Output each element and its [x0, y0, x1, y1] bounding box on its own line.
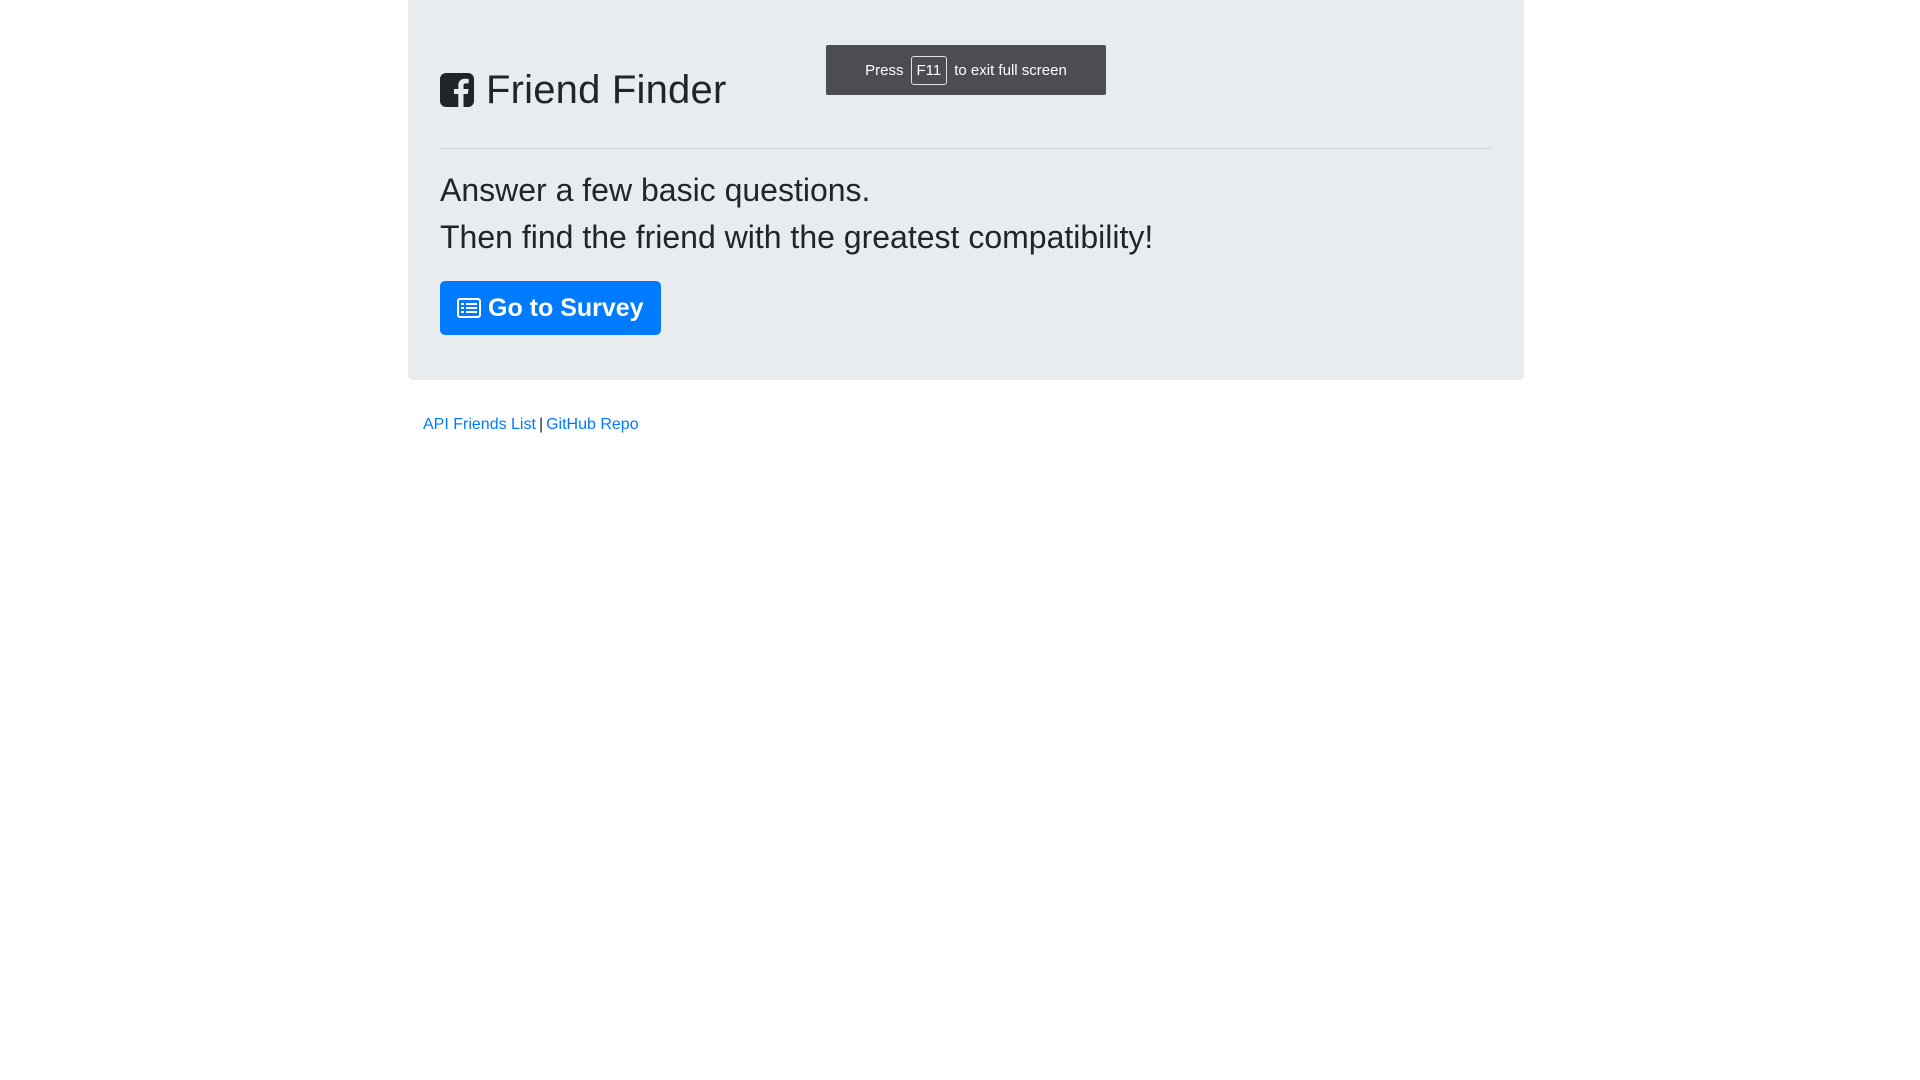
f11-key: F11: [910, 55, 948, 85]
divider: [440, 148, 1492, 149]
footer-links: API Friends List | GitHub Repo: [408, 416, 1524, 434]
facebook-square-icon: [440, 73, 474, 107]
lead-text-line-2: Then find the friend with the greatest c…: [440, 219, 1154, 255]
notice-suffix: to exit full screen: [954, 61, 1067, 79]
list-alt-icon: [457, 298, 481, 318]
page-title: Friend Finder: [486, 68, 727, 112]
lead-text-line-1: Answer a few basic questions.: [440, 172, 871, 208]
go-to-survey-button[interactable]: Go to Survey: [440, 281, 661, 335]
link-separator: |: [538, 416, 544, 433]
github-repo-link[interactable]: GitHub Repo: [546, 416, 639, 433]
api-friends-list-link[interactable]: API Friends List: [423, 416, 536, 433]
fullscreen-exit-notice: Press F11 to exit full screen: [826, 45, 1106, 95]
notice-prefix: Press: [865, 61, 904, 79]
go-to-survey-label: Go to Survey: [488, 293, 644, 322]
